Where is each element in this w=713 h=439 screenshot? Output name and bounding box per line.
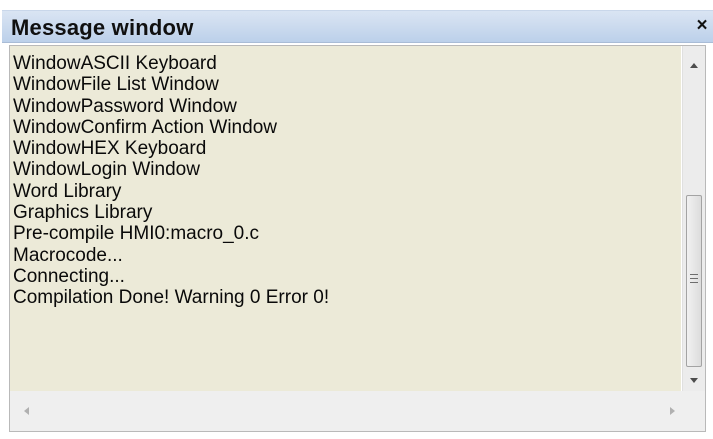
- log-line: WindowConfirm Action Window: [13, 116, 277, 138]
- scrollbar-corner: [681, 391, 705, 431]
- log-line: Compilation Done! Warning 0 Error 0!: [13, 287, 330, 309]
- log-line: Graphics Library: [13, 202, 153, 224]
- log-line: WindowLogin Window: [13, 159, 200, 181]
- log-line: WindowPassword Window: [13, 95, 237, 117]
- chevron-down-icon[interactable]: [690, 378, 698, 383]
- log-line: Pre-compile HMI0:macro_0.c: [13, 223, 260, 245]
- close-icon[interactable]: ×: [696, 15, 707, 36]
- message-log[interactable]: WindowASCII Keyboard WindowFile List Win…: [10, 46, 681, 391]
- log-line: WindowFile List Window: [13, 74, 219, 96]
- vertical-scroll-thumb[interactable]: [686, 195, 702, 367]
- window-title: Message window: [11, 15, 194, 40]
- log-line: Word Library: [13, 180, 122, 202]
- title-bar[interactable]: Message window ×: [2, 10, 713, 43]
- log-line: WindowASCII Keyboard: [13, 53, 217, 74]
- log-list: WindowASCII Keyboard WindowFile List Win…: [10, 46, 681, 310]
- horizontal-scrollbar[interactable]: [10, 391, 681, 431]
- log-line: WindowHEX Keyboard: [13, 138, 207, 160]
- message-window: Message window × WindowASCII Keyboard Wi…: [0, 0, 713, 439]
- close-button[interactable]: ×: [693, 14, 711, 38]
- chevron-up-icon[interactable]: [690, 63, 698, 68]
- chevron-left-icon[interactable]: [24, 407, 29, 415]
- log-line: Connecting...: [13, 265, 125, 287]
- log-line: Macrocode...: [13, 244, 123, 266]
- grip-icon: [690, 274, 698, 283]
- vertical-scrollbar[interactable]: [682, 46, 705, 391]
- message-panel: WindowASCII Keyboard WindowFile List Win…: [9, 45, 706, 432]
- chevron-right-icon[interactable]: [670, 407, 675, 415]
